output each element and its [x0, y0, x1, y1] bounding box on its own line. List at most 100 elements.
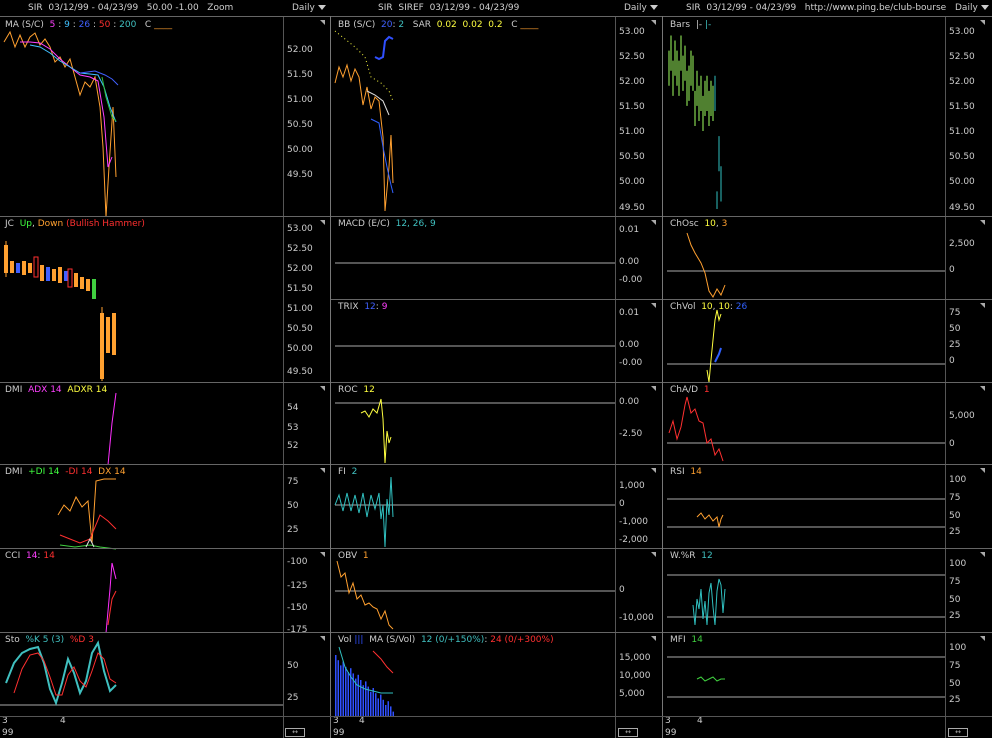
panel-fi[interactable]: FI 2 1,000 0 -1,000 -2,000: [331, 464, 662, 549]
chevron-down-icon: [649, 5, 658, 10]
panel-obv[interactable]: OBV 1 0 -10,000: [331, 548, 662, 633]
ytick: 50.50: [287, 120, 313, 130]
daily-select-3[interactable]: Daily: [955, 0, 989, 16]
daily-select-1[interactable]: Daily: [292, 0, 326, 16]
panel-menu-icon[interactable]: [980, 552, 985, 557]
rsi-plot: [667, 498, 945, 528]
ytick: 75: [949, 661, 961, 671]
scroll-button[interactable]: ↔: [948, 728, 968, 737]
panel-mfi[interactable]: MFI 14 100 75 50 25: [663, 632, 992, 717]
ytick: 53.00: [949, 27, 975, 37]
ytick: 49.50: [287, 170, 313, 180]
panel-menu-icon[interactable]: [651, 303, 656, 308]
panel-vol[interactable]: Vol ||| MA (S/Vol) 12 (0/+150%): 24 (0/+…: [331, 632, 662, 717]
panel-chosc[interactable]: ChOsc 10, 3 2,500 0: [663, 216, 992, 300]
dx-line: [57, 478, 116, 544]
ytick: 10,000: [619, 671, 651, 681]
volume-bar: [357, 674, 359, 717]
panel-menu-icon[interactable]: [320, 552, 325, 557]
panel-menu-icon[interactable]: [651, 386, 656, 391]
ytick: 50: [949, 679, 961, 689]
panel-chvol[interactable]: ChVol 10, 10: 26 75 50 25 0: [663, 299, 992, 383]
panel-wr[interactable]: W.%R 12 100 75 50 25: [663, 548, 992, 633]
ytick: 54: [287, 403, 299, 413]
ytick: 0.00: [619, 257, 640, 267]
zoom-button[interactable]: Zoom: [207, 3, 233, 13]
header-range-3: 03/12/99 - 04/23/99: [706, 3, 797, 13]
daily-select-2[interactable]: Daily: [624, 0, 658, 16]
ytick: 53.00: [287, 224, 313, 234]
panel-menu-icon[interactable]: [980, 20, 985, 25]
ytick: 75: [287, 477, 299, 487]
ytick: 52.50: [949, 52, 975, 62]
ytick: 50.50: [619, 152, 645, 162]
volume-bar: [387, 701, 389, 717]
panel-menu-icon[interactable]: [980, 636, 985, 641]
ytick: -0.00: [619, 275, 643, 285]
volume-bar: [340, 665, 342, 717]
panel-menu-icon[interactable]: [651, 20, 656, 25]
volume-bar: [367, 686, 369, 717]
panel-menu-icon[interactable]: [980, 468, 985, 473]
ytick: -100: [287, 557, 308, 567]
scroll-button[interactable]: ↔: [618, 728, 638, 737]
ytick: 0: [619, 499, 625, 509]
cci-plot: [105, 562, 117, 634]
xaxis-month-4: 4: [697, 716, 703, 726]
ma50-line: [101, 76, 117, 122]
ytick: 52.50: [287, 244, 313, 254]
ma-plot: [3, 30, 119, 218]
ytick: 25: [287, 693, 299, 703]
panel-menu-icon[interactable]: [980, 386, 985, 391]
ytick: -2.50: [619, 429, 643, 439]
ma5-line: [20, 41, 113, 168]
panel-trix[interactable]: TRIX 12: 9 0.01 0.00 -0.00: [331, 299, 662, 383]
panel-menu-icon[interactable]: [651, 552, 656, 557]
panel-ma[interactable]: MA (S/C) 5 : 9 : 26 : 50 : 200 C ____ 52…: [0, 16, 330, 218]
xaxis-year: 99: [2, 728, 14, 738]
xaxis-year: 99: [665, 728, 677, 738]
panel-dmi-di[interactable]: DMI +DI 14 -DI 14 DX 14 75 50 25: [0, 464, 330, 550]
panel-menu-icon[interactable]: [320, 20, 325, 25]
xaxis-month-3: 3: [333, 716, 339, 726]
ytick: 49.50: [287, 367, 313, 377]
roc-line: [360, 398, 392, 464]
xaxis-month-3: 3: [665, 716, 671, 726]
panel-menu-icon[interactable]: [651, 636, 656, 641]
ytick: 50: [949, 511, 961, 521]
volume-bar: [345, 666, 347, 717]
panel-sto[interactable]: Sto %K 5 (3) %D 3 50 25: [0, 632, 330, 717]
mdi-line: [59, 514, 117, 544]
panel-cci[interactable]: CCI 14: 14 -100 -125 -150 -175: [0, 548, 330, 635]
ytick: 50.00: [619, 177, 645, 187]
panel-chad[interactable]: ChA/D 1 5,000 0: [663, 382, 992, 465]
ytick: 50: [287, 501, 299, 511]
volume-bar: [347, 672, 349, 717]
header-range-2: 03/12/99 - 04/23/99: [429, 3, 520, 13]
scroll-button[interactable]: ↔: [285, 728, 305, 737]
panel-macd[interactable]: MACD (E/C) 12, 26, 9 0.01 0.00 -0.00: [331, 216, 662, 300]
ytick: -2,000: [619, 535, 649, 545]
ytick: 0.00: [619, 397, 640, 407]
wr-plot: [667, 574, 945, 626]
panel-menu-icon[interactable]: [651, 468, 656, 473]
panel-menu-icon[interactable]: [320, 220, 325, 225]
panel-menu-icon[interactable]: [651, 220, 656, 225]
panel-jc[interactable]: JC Up, Down (Bullish Hammer) 53.00 52.50…: [0, 216, 330, 383]
obv-plot: [335, 560, 615, 630]
ytick: -125: [287, 581, 308, 591]
panel-roc[interactable]: ROC 12 0.00 -2.50: [331, 382, 662, 465]
panel-dmi-adx[interactable]: DMI ADX 14 ADXR 14 54 53 52: [0, 382, 330, 466]
panel-menu-icon[interactable]: [980, 220, 985, 225]
ytick: -0.00: [619, 358, 643, 368]
ytick: 51.50: [287, 70, 313, 80]
panel-menu-icon[interactable]: [320, 636, 325, 641]
panel-menu-icon[interactable]: [320, 468, 325, 473]
panel-bars[interactable]: Bars |- |- 53.00 52.50 52.00 51.50 51.00…: [663, 16, 992, 217]
ytick: 5,000: [949, 411, 975, 421]
ytick: 100: [949, 643, 967, 653]
panel-rsi[interactable]: RSI 14 100 75 50 25: [663, 464, 992, 549]
panel-menu-icon[interactable]: [320, 386, 325, 391]
panel-bb[interactable]: BB (S/C) 20: 2 SAR 0.02 0.02 0.2 C ____ …: [331, 16, 662, 217]
panel-menu-icon[interactable]: [980, 303, 985, 308]
